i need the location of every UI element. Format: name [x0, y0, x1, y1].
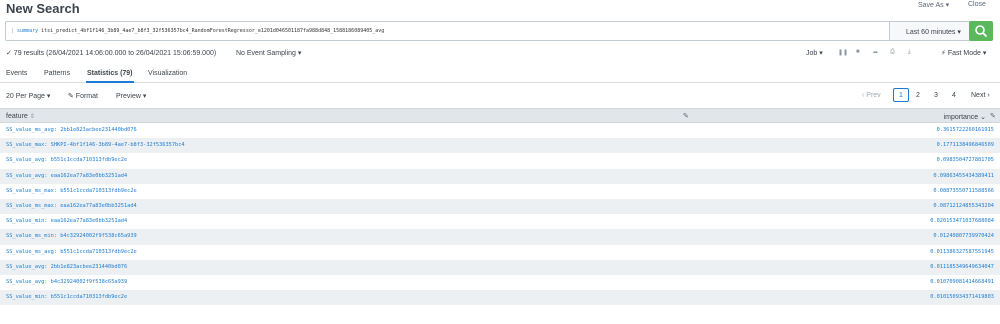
search-button[interactable]	[969, 21, 993, 41]
page-2-button[interactable]: 2	[916, 92, 920, 106]
importance-cell[interactable]: 0.020153471037688084	[930, 218, 994, 224]
table-row: SS_value_ms_min: b4c32924002f9f538c65a93…	[0, 229, 1000, 245]
export-icon[interactable]: ⤓	[908, 49, 911, 56]
search-query: | summary itsi_predict_4bf1f146_3b89_4ae…	[11, 28, 384, 34]
importance-cell[interactable]: 0.3615722260161915	[937, 127, 994, 133]
stop-icon[interactable]: ■	[856, 49, 860, 55]
feature-cell[interactable]: SS_value_ms_avg: b551c1ccda710313fdb9ec2…	[6, 249, 137, 255]
feature-cell[interactable]: SS_value_ms_min: b4c32924002f9f538c65a93…	[6, 233, 137, 239]
preview-dropdown[interactable]: Preview ▾	[116, 92, 146, 100]
table-row: SS_value_ms_avg: b551c1ccda710313fdb9ec2…	[0, 245, 1000, 260]
importance-cell[interactable]: 0.1771138496846509	[937, 142, 994, 148]
search-input[interactable]: | summary itsi_predict_4bf1f146_3b89_4ae…	[5, 21, 890, 41]
status-bar: ✓ 79 results (26/04/2021 14:06:00.000 to…	[0, 46, 1000, 60]
time-range-picker[interactable]: Last 60 minutes ▾	[890, 21, 970, 41]
results-tabs: Events Patterns Statistics (79) Visualiz…	[0, 64, 1000, 83]
importance-cell[interactable]: 0.01240807739970424	[933, 233, 994, 239]
page-1-button[interactable]: 1	[893, 88, 909, 102]
table-row: SS_value_ms_max: eaa162ea77a83e0bb3251ad…	[0, 198, 1000, 215]
feature-cell[interactable]: SS_value_avg: b4c32924002f9f538c65a939	[6, 279, 127, 285]
feature-cell[interactable]: SS_value_avg: 2bb1e823acbee231440bd076	[6, 264, 127, 270]
search-query-command: summary	[17, 28, 39, 34]
table-row: SS_value_min: b551c1ccda710313fdb9ec2e 0.…	[0, 290, 1000, 306]
importance-cell[interactable]: 0.010150934371419803	[930, 294, 994, 300]
page-4-button[interactable]: 4	[952, 92, 956, 106]
feature-cell[interactable]: SS_value_avg: eaa162ea77a83e0bb3251ad4	[6, 173, 127, 179]
column-header-importance[interactable]: importance ⌄	[944, 113, 986, 121]
format-button[interactable]: ✎ Format	[68, 92, 98, 100]
save-as-menu[interactable]: Save As ▾	[918, 1, 949, 9]
table-row: SS_value_avg: eaa162ea77a83e0bb3251ad4 0.…	[0, 168, 1000, 184]
table-row: SS_value_ms_max: b551c1ccda710313fdb9ec2…	[0, 184, 1000, 199]
tab-statistics[interactable]: Statistics (79)	[87, 70, 133, 77]
time-range-label: Last 60 minutes ▾	[906, 29, 961, 36]
pencil-icon[interactable]: ✎	[683, 112, 689, 120]
pause-icon[interactable]: ❚❚	[838, 49, 848, 56]
feature-cell[interactable]: SS_value_avg: b551c1ccda710313fdb9ec2e	[6, 157, 127, 163]
active-tab-indicator	[86, 81, 134, 83]
importance-cell[interactable]: 0.0983504727881705	[937, 157, 994, 163]
table-header: feature ⇕ ✎ importance ⌄ ✎	[0, 108, 1000, 123]
prev-page-button[interactable]: ‹ Prev	[862, 92, 881, 106]
table-row: SS_value_avg: b551c1ccda710313fdb9ec2e 0.…	[0, 153, 1000, 168]
column-header-feature[interactable]: feature ⇕	[6, 113, 35, 120]
page-3-button[interactable]: 3	[934, 92, 938, 106]
feature-cell[interactable]: SS_value_min: eaa162ea77a83e0bb3251ad4	[6, 218, 127, 224]
tab-patterns[interactable]: Patterns	[44, 70, 70, 77]
statistics-table: feature ⇕ ✎ importance ⌄ ✎ SS_value_ms_a…	[0, 108, 1000, 306]
close-button[interactable]: Close	[968, 1, 986, 8]
job-menu[interactable]: Job ▾	[806, 49, 823, 57]
search-query-args: itsi_predict_4bf1f146_3b89_4ae7_b8f3_32f…	[41, 28, 385, 34]
share-icon[interactable]: ➦	[873, 49, 878, 56]
print-icon[interactable]: ⎙	[890, 49, 895, 56]
table-row: SS_value_ms_avg: 2bb1e823acbee231440bd07…	[0, 123, 1000, 138]
magnifier-icon	[975, 25, 987, 37]
event-sampling-dropdown[interactable]: No Event Sampling ▾	[236, 49, 301, 57]
feature-cell[interactable]: SS_value_ms_avg: 2bb1e823acbee231440bd07…	[6, 127, 137, 133]
table-row: SS_value_max: SHKPI-4bf1f146-3b89-4ae7-b…	[0, 138, 1000, 154]
tab-events[interactable]: Events	[6, 70, 27, 77]
tab-visualization[interactable]: Visualization	[148, 70, 187, 77]
table-body: SS_value_ms_avg: 2bb1e823acbee231440bd07…	[0, 123, 1000, 306]
results-summary: ✓ 79 results (26/04/2021 14:06:00.000 to…	[6, 50, 217, 57]
importance-cell[interactable]: 0.08873550711588566	[933, 188, 994, 194]
importance-cell[interactable]: 0.09863455434389411	[933, 173, 994, 179]
app-header: New Search Save As ▾ Close	[0, 0, 1000, 19]
table-row: SS_value_avg: 2bb1e823acbee231440bd076 0.…	[0, 259, 1000, 275]
feature-cell[interactable]: SS_value_ms_max: eaa162ea77a83e0bb3251ad…	[6, 203, 137, 209]
feature-cell[interactable]: SS_value_max: SHKPI-4bf1f146-3b89-4ae7-b…	[6, 142, 185, 148]
importance-cell[interactable]: 0.08712124855343204	[933, 203, 994, 209]
search-bar: | summary itsi_predict_4bf1f146_3b89_4ae…	[5, 21, 971, 41]
sort-icon: ⇕	[29, 114, 35, 120]
table-row: SS_value_min: eaa162ea77a83e0bb3251ad4 0.…	[0, 214, 1000, 229]
search-query-pipe: |	[11, 28, 15, 34]
next-page-button[interactable]: Next ›	[971, 92, 990, 106]
pencil-icon[interactable]: ✎	[990, 112, 996, 120]
feature-cell[interactable]: SS_value_ms_max: b551c1ccda710313fdb9ec2…	[6, 188, 137, 194]
column-header-feature-label: feature	[6, 113, 28, 120]
results-toolbar: 20 Per Page ▾ ✎ Format Preview ▾ ‹ Prev …	[0, 86, 1000, 104]
page-title: New Search	[6, 1, 80, 16]
feature-cell[interactable]: SS_value_min: b551c1ccda710313fdb9ec2e	[6, 294, 127, 300]
importance-cell[interactable]: 0.011386327587551945	[930, 249, 994, 255]
search-mode-dropdown[interactable]: ⚡ Fast Mode ▾	[941, 49, 986, 57]
importance-cell[interactable]: 0.010709081414668491	[930, 279, 994, 285]
table-row: SS_value_avg: b4c32924002f9f538c65a939 0.…	[0, 275, 1000, 290]
importance-cell[interactable]: 0.011185349649634047	[930, 264, 994, 270]
per-page-dropdown[interactable]: 20 Per Page ▾	[6, 92, 50, 100]
